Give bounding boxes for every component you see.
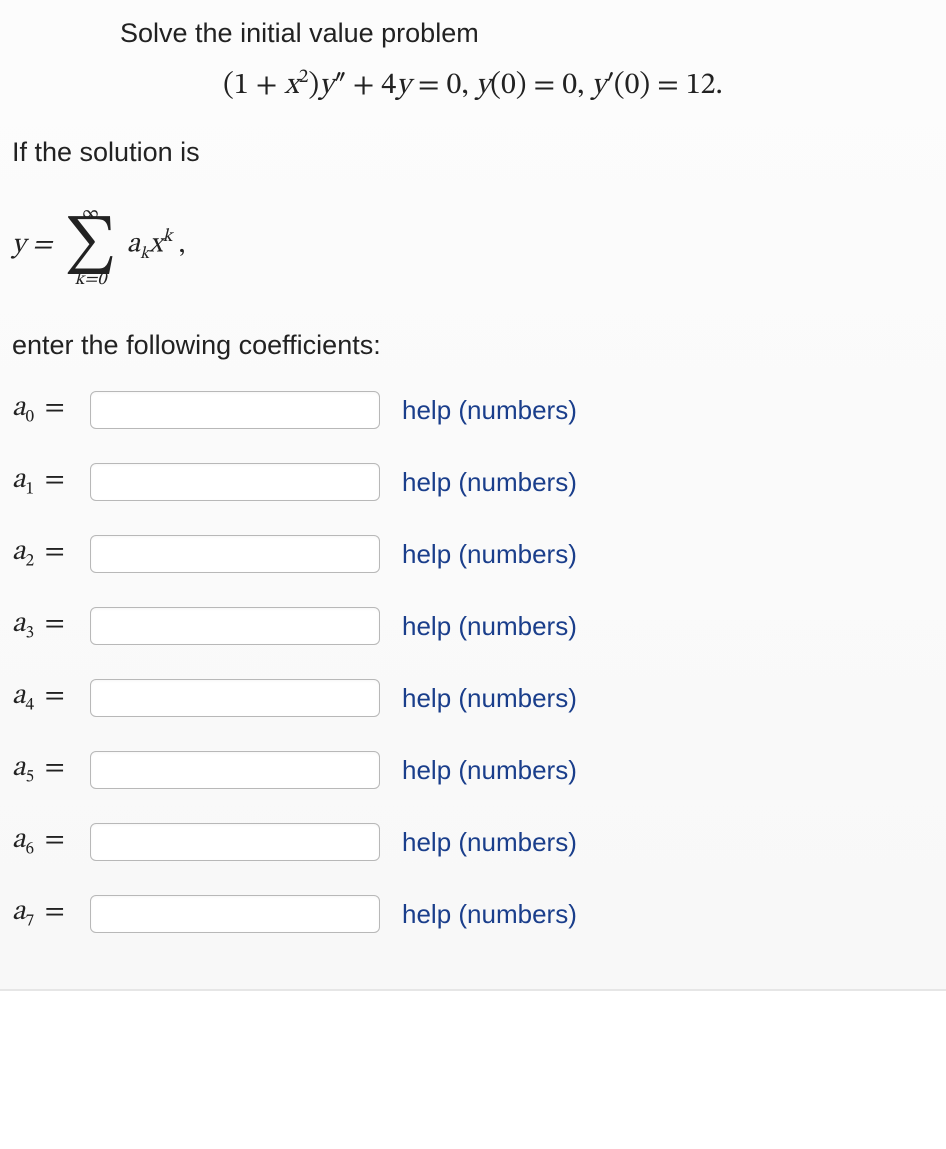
coefficient-row-a6: a6 = help (numbers) (12, 823, 934, 861)
coefficient-input-a5[interactable] (90, 751, 380, 789)
eq-plus4: + 4 (346, 71, 397, 101)
help-link-a3[interactable]: help (numbers) (402, 611, 577, 642)
series-lhs-text: y = (12, 231, 52, 259)
if-solution-text: If the solution is (12, 137, 934, 168)
eq-double-prime: ″ (334, 71, 346, 101)
ode-equation: (1 + x2)y″ + 4y = 0, y(0) = 0, y′(0) = 1… (12, 65, 934, 105)
sum-lower-limit: k=0 (75, 271, 107, 289)
coefficient-label-a7: a7 = (12, 895, 90, 933)
help-link-a7[interactable]: help (numbers) (402, 899, 577, 930)
coefficient-row-a4: a4 = help (numbers) (12, 679, 934, 717)
problem-intro: Solve the initial value problem (120, 18, 934, 49)
eq-y2: y (396, 71, 411, 101)
coefficient-input-a4[interactable] (90, 679, 380, 717)
coefficient-list: a0 =help (numbers)a1 =help (numbers)a2 =… (12, 391, 934, 933)
series-definition: y = ∞ ∑ k=0 akxk , (12, 190, 934, 300)
eq-ic1: (0) = 0, (490, 71, 591, 101)
sigma-symbol: ∑ (64, 223, 116, 271)
coefficient-label-a3: a3 = (12, 607, 90, 645)
eq-ic1-y: y (476, 71, 491, 101)
eq-x-power: 2 (299, 67, 309, 87)
coefficient-row-a0: a0 = help (numbers) (12, 391, 934, 429)
coefficient-label-a6: a6 = (12, 823, 90, 861)
coefficient-input-a6[interactable] (90, 823, 380, 861)
coefficient-label-a0: a0 = (12, 391, 90, 429)
eq-zero: = 0, (411, 71, 476, 101)
help-link-a2[interactable]: help (numbers) (402, 539, 577, 570)
coefficient-input-a0[interactable] (90, 391, 380, 429)
coefficient-input-a2[interactable] (90, 535, 380, 573)
series-trailing-comma: , (179, 228, 186, 263)
coefficient-row-a3: a3 = help (numbers) (12, 607, 934, 645)
coefficient-label-a1: a1 = (12, 463, 90, 501)
series-lhs: y = (12, 228, 52, 263)
coefficient-row-a1: a1 = help (numbers) (12, 463, 934, 501)
coefficient-input-a7[interactable] (90, 895, 380, 933)
help-link-a1[interactable]: help (numbers) (402, 467, 577, 498)
eq-x: x (284, 71, 298, 101)
eq-ic2-y: y (591, 71, 606, 101)
coefficient-input-a3[interactable] (90, 607, 380, 645)
coefficient-label-a5: a5 = (12, 751, 90, 789)
series-term: akxk (127, 226, 173, 264)
problem-page: Solve the initial value problem (1 + x2)… (0, 0, 946, 991)
series-a-sub: k (140, 245, 149, 262)
help-link-a4[interactable]: help (numbers) (402, 683, 577, 714)
sigma-icon: ∞ ∑ k=0 (64, 205, 116, 289)
coefficient-row-a2: a2 = help (numbers) (12, 535, 934, 573)
series-x: x (149, 230, 162, 258)
eq-y1: y (319, 71, 334, 101)
eq-ic2: (0) = 12. (614, 71, 723, 101)
help-link-a5[interactable]: help (numbers) (402, 755, 577, 786)
eq-close: ) (308, 71, 319, 101)
help-link-a0[interactable]: help (numbers) (402, 395, 577, 426)
eq-open: (1 + (223, 71, 284, 101)
coefficient-row-a5: a5 = help (numbers) (12, 751, 934, 789)
coefficient-label-a2: a2 = (12, 535, 90, 573)
enter-coefficients-text: enter the following coefficients: (12, 330, 934, 361)
coefficient-row-a7: a7 = help (numbers) (12, 895, 934, 933)
sum-lower-text: k=0 (75, 271, 107, 289)
coefficient-input-a1[interactable] (90, 463, 380, 501)
series-x-sup: k (163, 228, 173, 246)
series-a: a (127, 230, 140, 258)
eq-ic2-prime: ′ (606, 71, 614, 101)
coefficient-label-a4: a4 = (12, 679, 90, 717)
help-link-a6[interactable]: help (numbers) (402, 827, 577, 858)
